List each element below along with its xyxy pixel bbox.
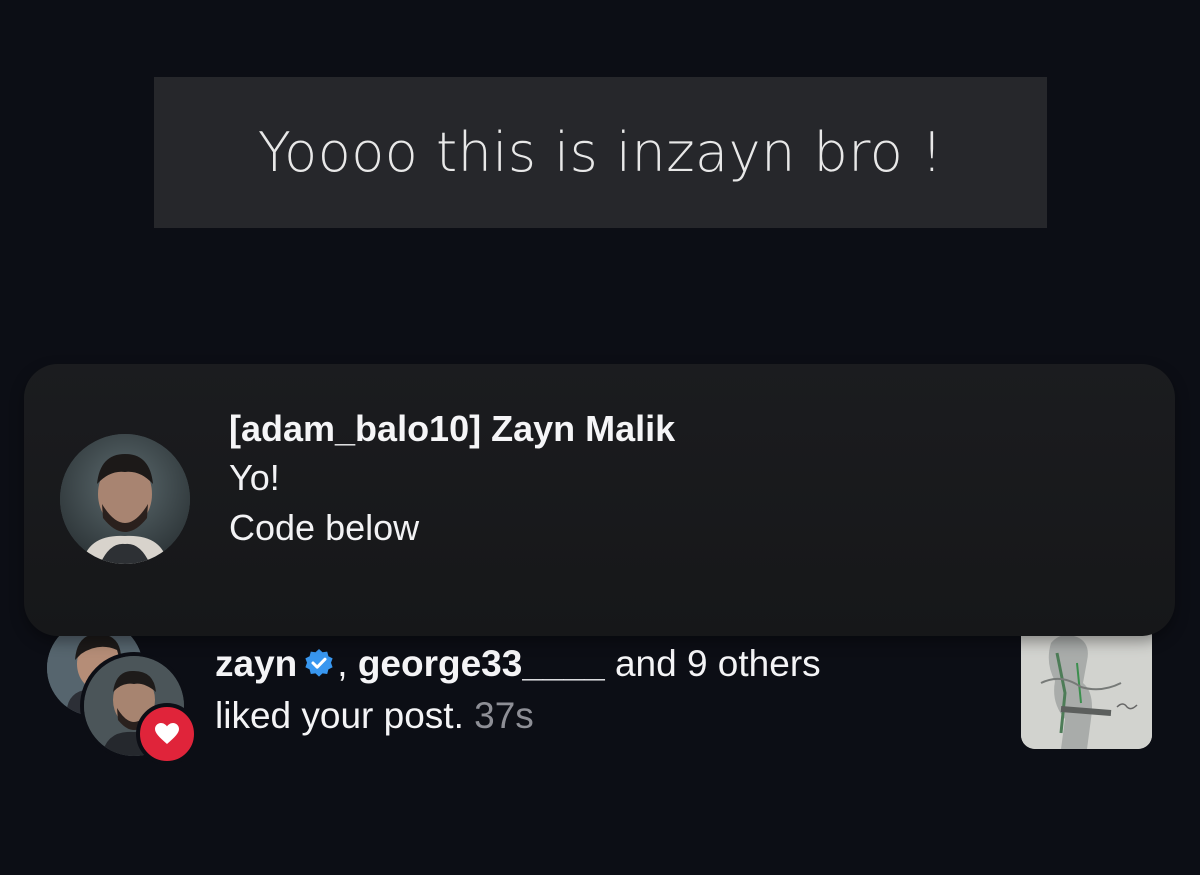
verified-badge-icon (303, 644, 335, 692)
heart-icon (155, 723, 179, 744)
others-text: and 9 others (614, 643, 821, 684)
action-text: liked your post. (215, 695, 464, 736)
caption-overlay: Yoooo this is inzayn bro ! (154, 77, 1047, 228)
username-link[interactable]: george33____ (358, 643, 605, 684)
notification-message-line: Yo! (229, 457, 280, 498)
caption-text: Yoooo this is inzayn bro ! (257, 121, 944, 184)
notification-message-line: Code below (229, 507, 420, 548)
username-link[interactable]: zayn (215, 643, 297, 684)
message-notification-banner[interactable]: [adam_balo10] Zayn Malik Yo! Code below (24, 364, 1175, 636)
activity-text: zayn , george33____ and 9 others liked y… (215, 640, 995, 740)
post-thumbnail[interactable] (1021, 623, 1152, 749)
heart-badge (136, 703, 198, 765)
separator: , (337, 643, 348, 684)
notification-sender: [adam_balo10] Zayn Malik (229, 408, 676, 449)
avatar (60, 434, 190, 564)
timestamp: 37s (474, 695, 534, 736)
